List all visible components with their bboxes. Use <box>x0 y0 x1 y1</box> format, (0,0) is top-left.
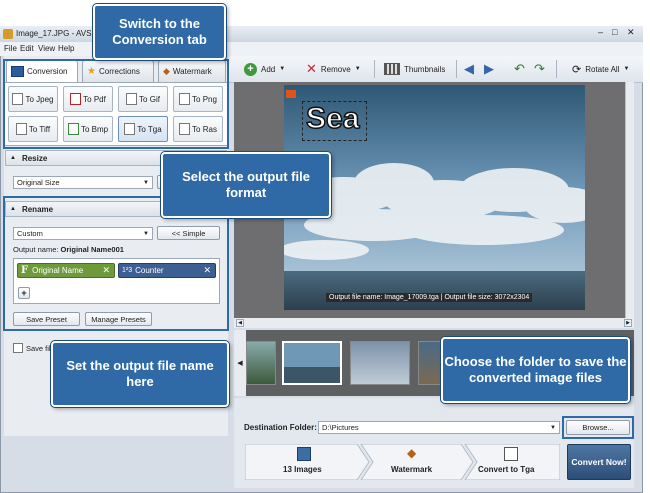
conversion-steps: 13 Images ◆ Watermark Convert to Tga <box>245 444 560 480</box>
app-icon <box>3 29 13 39</box>
convert-to-step-label[interactable]: Convert to Tga <box>478 465 534 474</box>
maximize-icon[interactable]: □ <box>612 27 617 37</box>
thumbnail-item[interactable] <box>350 341 410 385</box>
rotate-right-button[interactable]: ↷ <box>534 60 545 78</box>
save-file-checkbox[interactable] <box>13 343 23 353</box>
previous-button[interactable]: ◀ <box>464 60 474 78</box>
callout-destination-folder: Choose the folder to save the converted … <box>441 337 630 403</box>
scroll-left-icon[interactable]: ◀ <box>236 319 244 327</box>
collapse-arrow-icon: ▲ <box>10 155 16 161</box>
watermark-step-icon: ◆ <box>407 446 417 460</box>
rotate-right-icon: ↷ <box>534 61 545 76</box>
thumbnail-item-selected[interactable] <box>282 341 342 385</box>
thumbnails-icon <box>384 63 400 75</box>
thumbnails-label: Thumbnails <box>404 64 446 74</box>
rotate-all-label: Rotate All <box>585 64 620 74</box>
toolbar-divider <box>556 60 557 78</box>
chevron-down-icon: ▼ <box>354 66 361 72</box>
toolbar: + Add ▼ ✕ Remove ▼ Thumbnails ◀ ▶ ↶ ↷ ⟳ … <box>228 56 643 83</box>
chevron-down-icon: ▼ <box>550 425 556 431</box>
rotate-left-icon: ↶ <box>514 61 525 76</box>
images-icon <box>297 447 311 461</box>
callout-output-name: Set the output file name here <box>51 341 229 407</box>
remove-button[interactable]: ✕ Remove ▼ <box>306 60 361 78</box>
rotate-all-icon: ⟳ <box>572 63 582 76</box>
remove-x-icon: ✕ <box>306 61 317 76</box>
rotate-left-button[interactable]: ↶ <box>514 60 525 78</box>
destination-label: Destination Folder: <box>244 423 317 432</box>
callout-output-format: Select the output file format <box>161 152 331 218</box>
watermark-text[interactable]: Sea <box>305 101 360 137</box>
arrow-left-icon: ◀ <box>464 61 474 76</box>
next-button[interactable]: ▶ <box>484 60 494 78</box>
convert-step-icon <box>504 447 518 461</box>
destination-folder-input[interactable]: D:\Pictures ▼ <box>318 421 560 434</box>
remove-label: Remove <box>320 64 351 74</box>
preview-vertical-scrollbar[interactable] <box>625 82 634 318</box>
chevron-down-icon: ▼ <box>279 66 286 72</box>
chevron-down-icon: ▼ <box>143 180 149 186</box>
format-highlight-frame <box>3 59 229 149</box>
resize-select-value: Original Size <box>17 178 60 187</box>
watermark-drag-handle[interactable] <box>286 90 296 98</box>
add-button[interactable]: + Add ▼ <box>244 60 285 78</box>
watermark-step-label[interactable]: Watermark <box>391 465 432 474</box>
strip-scroll-left-icon[interactable]: ◀ <box>234 330 246 396</box>
close-icon[interactable]: ✕ <box>627 27 635 38</box>
menu-edit[interactable]: Edit <box>20 44 34 53</box>
menu-help[interactable]: Help <box>58 44 74 53</box>
thumbnails-button[interactable]: Thumbnails <box>384 60 445 78</box>
plus-circle-icon: + <box>244 62 257 76</box>
images-step-label[interactable]: 13 Images <box>283 465 322 474</box>
add-label: Add <box>261 64 276 74</box>
preview-status: Output file name: Image_17009.tga | Outp… <box>326 293 533 302</box>
window-title: Image_17.JPG - AVS <box>16 29 92 38</box>
toolbar-divider <box>456 60 457 78</box>
browse-highlight-frame <box>562 416 634 439</box>
arrow-right-icon: ▶ <box>484 61 494 76</box>
toolbar-divider <box>374 60 375 78</box>
preview-horizontal-scrollbar[interactable] <box>234 318 634 328</box>
menu-file[interactable]: File <box>4 44 17 53</box>
callout-conversion-tab: Switch to the Conversion tab <box>93 4 226 60</box>
save-file-checkbox-row[interactable]: Save file <box>13 343 55 353</box>
scroll-right-icon[interactable]: ▶ <box>624 319 632 327</box>
chevron-down-icon: ▼ <box>623 66 630 72</box>
destination-folder-value: D:\Pictures <box>322 423 359 432</box>
rotate-all-button[interactable]: ⟳ Rotate All ▼ <box>572 60 629 78</box>
thumbnail-item[interactable] <box>246 341 276 385</box>
resize-header-label: Resize <box>21 153 48 163</box>
menu-view[interactable]: View <box>38 44 55 53</box>
resize-select[interactable]: Original Size ▼ <box>13 176 153 189</box>
convert-now-button[interactable]: Convert Now! <box>567 444 631 480</box>
minimize-icon[interactable]: – <box>598 27 603 37</box>
